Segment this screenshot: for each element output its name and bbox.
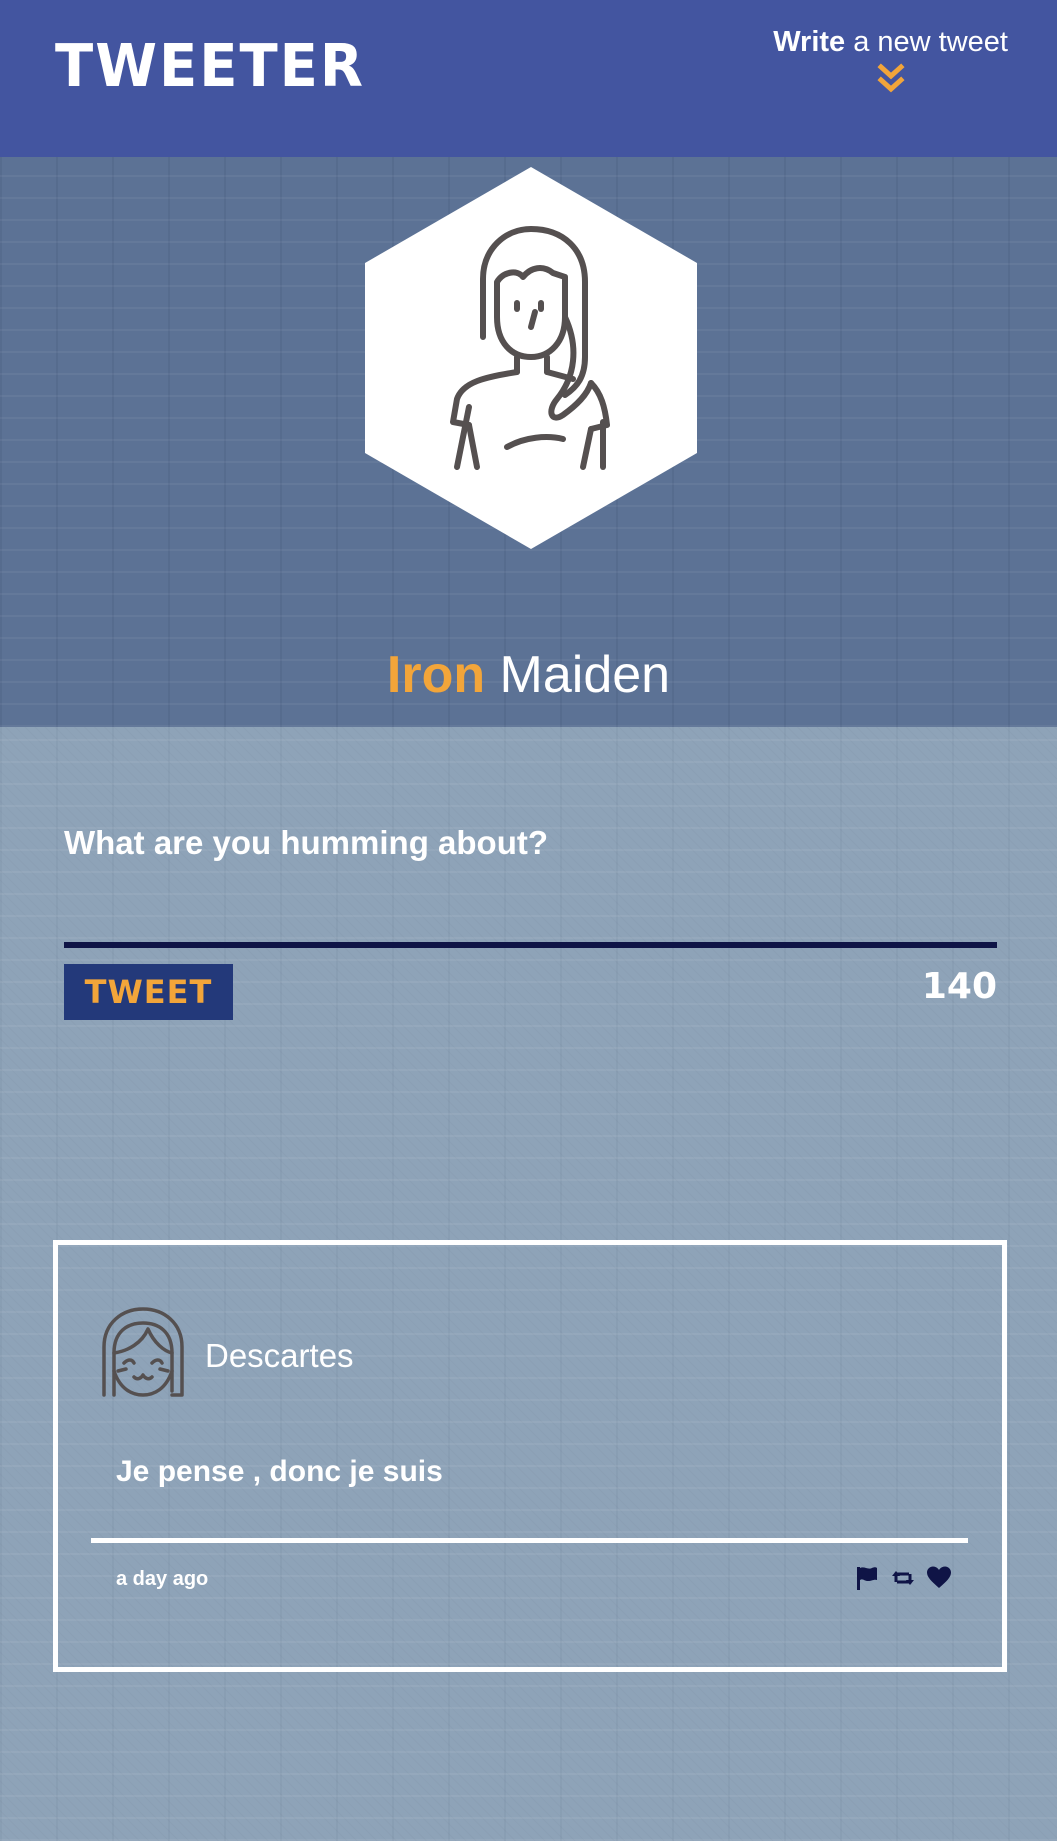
compose-tweet-form: TWEET 140 xyxy=(64,808,997,1020)
profile-name: Iron Maiden xyxy=(0,645,1057,705)
profile-last-name: Maiden xyxy=(485,646,671,704)
write-new-tweet-label[interactable]: Write a new tweet xyxy=(773,26,1008,59)
flag-icon[interactable] xyxy=(854,1565,880,1591)
char-counter: 140 xyxy=(921,966,997,1007)
woman-avatar-icon xyxy=(365,167,697,549)
write-new-tweet-toggle[interactable]: Write a new tweet xyxy=(773,26,1008,97)
retweet-icon[interactable] xyxy=(890,1565,916,1591)
tweet-timestamp: a day ago xyxy=(116,1568,209,1590)
tweet-card: Descartes Je pense , donc je suis a day … xyxy=(53,1240,1007,1672)
tweet-author-avatar xyxy=(98,1305,188,1401)
girl-smiling-avatar-icon xyxy=(102,1307,184,1397)
tweet-actions xyxy=(854,1563,952,1593)
profile-header: Iron Maiden xyxy=(0,157,1057,727)
write-label-light: a new tweet xyxy=(845,26,1008,58)
double-chevron-down-icon[interactable] xyxy=(877,63,905,97)
tweet-author-name[interactable]: Descartes xyxy=(205,1337,354,1375)
brand-logo[interactable]: TWEETER xyxy=(55,32,365,100)
tweet-divider xyxy=(91,1538,968,1543)
write-label-strong: Write xyxy=(773,26,846,58)
tweet-button[interactable]: TWEET xyxy=(64,964,233,1020)
heart-icon[interactable] xyxy=(926,1565,952,1591)
profile-first-name: Iron xyxy=(386,646,486,704)
compose-actions-row: TWEET 140 xyxy=(64,964,997,1020)
top-nav: TWEETER Write a new tweet xyxy=(0,0,1057,157)
tweet-body: Je pense , donc je suis xyxy=(116,1455,443,1488)
tweet-text-input[interactable] xyxy=(64,808,997,948)
profile-avatar xyxy=(365,167,697,549)
